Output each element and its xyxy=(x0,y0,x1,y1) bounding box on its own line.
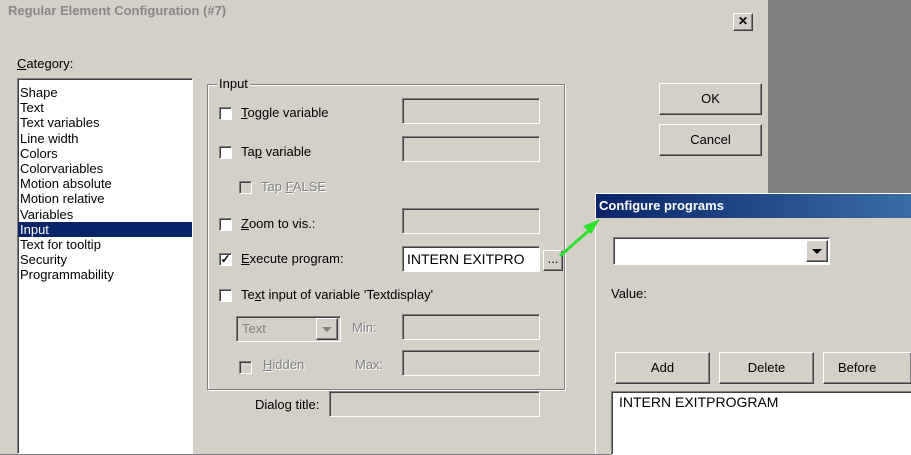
green-arrow-annotation xyxy=(559,219,600,258)
